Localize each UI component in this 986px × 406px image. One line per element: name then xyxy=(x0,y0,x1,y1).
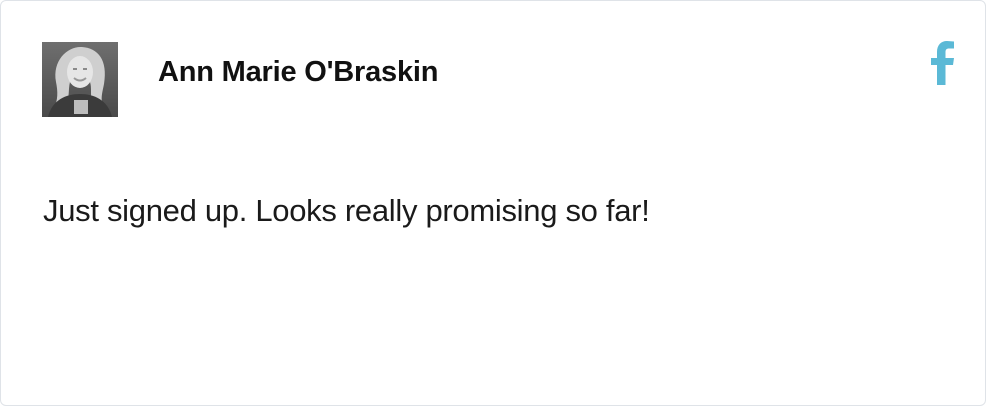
author-name: Ann Marie O'Braskin xyxy=(158,56,439,88)
facebook-icon[interactable] xyxy=(927,41,957,85)
avatar xyxy=(42,42,118,117)
post-message: Just signed up. Looks really promising s… xyxy=(43,193,650,228)
user-photo-icon xyxy=(42,42,118,117)
testimonial-card: Ann Marie O'Braskin Just signed up. Look… xyxy=(0,0,986,406)
